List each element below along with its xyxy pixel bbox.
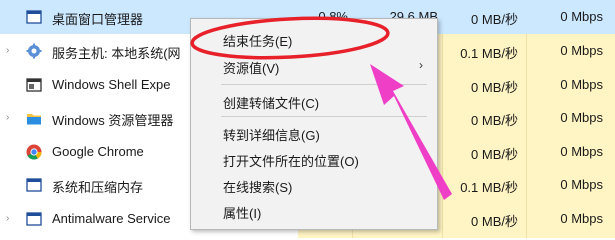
- disk-value: 0.1 MB/秒: [460, 46, 518, 61]
- expand-arrow-icon[interactable]: ›: [6, 112, 9, 123]
- disk-value: 0 MB/秒: [471, 12, 518, 27]
- menu-item-label: 在线搜索(S): [223, 180, 293, 195]
- process-name: 系统和压缩内存: [52, 180, 144, 195]
- menu-item-label: 属性(I): [223, 206, 262, 221]
- gear-icon: [26, 43, 42, 59]
- menu-item-create-dump[interactable]: 创建转储文件(C): [191, 89, 437, 113]
- menu-separator: [221, 116, 427, 117]
- process-name: Antimalware Service: [52, 211, 171, 226]
- network-value: 0 Mbps: [560, 43, 603, 58]
- expand-arrow-icon[interactable]: ›: [6, 213, 9, 224]
- process-name: Google Chrome: [52, 144, 144, 159]
- context-menu: 结束任务(E) 资源值(V) › 创建转储文件(C) 转到详细信息(G) 打开文…: [190, 18, 438, 230]
- shield-icon: [26, 211, 42, 227]
- menu-item-resource-values[interactable]: 资源值(V) ›: [191, 54, 437, 78]
- menu-item-go-to-details[interactable]: 转到详细信息(G): [191, 121, 437, 145]
- menu-separator: [221, 84, 427, 85]
- menu-item-label: 创建转储文件(C): [223, 96, 320, 111]
- disk-value: 0.1 MB/秒: [460, 180, 518, 195]
- menu-item-open-file-location[interactable]: 打开文件所在的位置(O): [191, 147, 437, 171]
- chrome-icon: [26, 144, 42, 160]
- chevron-right-icon: ›: [419, 58, 423, 72]
- menu-item-label: 结束任务(E): [223, 34, 293, 49]
- disk-value: 0 MB/秒: [471, 113, 518, 128]
- process-name: 服务主机: 本地系统(网: [52, 46, 181, 61]
- menu-item-properties[interactable]: 属性(I): [191, 199, 437, 223]
- network-value: 0 Mbps: [560, 110, 603, 125]
- menu-item-label: 转到详细信息(G): [223, 128, 320, 143]
- desktop-window-icon: [26, 9, 42, 25]
- network-value: 0 Mbps: [560, 144, 603, 159]
- network-value: 0 Mbps: [560, 211, 603, 226]
- window-icon: [26, 77, 42, 93]
- menu-item-end-task[interactable]: 结束任务(E): [191, 27, 437, 51]
- expand-arrow-icon[interactable]: ›: [6, 45, 9, 56]
- menu-item-label: 资源值(V): [223, 61, 280, 76]
- disk-value: 0 MB/秒: [471, 214, 518, 229]
- menu-item-label: 打开文件所在的位置(O): [223, 154, 359, 169]
- process-name: Windows Shell Expe: [52, 77, 171, 92]
- system-icon: [26, 177, 42, 193]
- process-name: Windows 资源管理器: [52, 113, 174, 128]
- folder-icon: [26, 110, 42, 126]
- network-value: 0 Mbps: [560, 177, 603, 192]
- disk-value: 0 MB/秒: [471, 147, 518, 162]
- menu-item-search-online[interactable]: 在线搜索(S): [191, 173, 437, 197]
- disk-value: 0 MB/秒: [471, 80, 518, 95]
- network-value: 0 Mbps: [560, 9, 603, 24]
- network-value: 0 Mbps: [560, 77, 603, 92]
- process-name: 桌面窗口管理器: [52, 12, 144, 27]
